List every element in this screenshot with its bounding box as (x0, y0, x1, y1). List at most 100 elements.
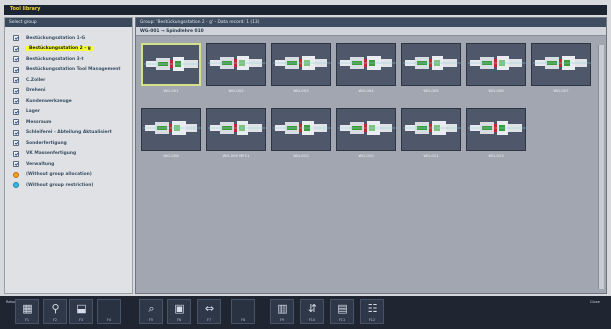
holder-drawing (273, 121, 331, 135)
sidebar-item[interactable]: Verwaltung (5, 159, 132, 170)
check-icon[interactable] (13, 56, 19, 63)
holder-grid-panel: Group: 'Bestückungsstation 2 - g' - Data… (135, 17, 607, 294)
sidebar-item[interactable]: Kundenwerkzeuge (5, 96, 132, 107)
holder-drawing (403, 56, 461, 70)
info-icon[interactable] (13, 182, 19, 189)
close-caption[interactable]: Close (590, 300, 600, 304)
vertical-scrollbar[interactable] (598, 45, 604, 289)
check-icon[interactable] (13, 45, 19, 52)
holder-tile[interactable]: WG-011 (401, 108, 461, 160)
holder-label: WG-010 (358, 153, 374, 158)
tool-list-button[interactable]: ☷ F12 (360, 299, 384, 324)
sidebar-item[interactable]: Bestückungsstation 1-G (5, 33, 132, 44)
check-icon[interactable] (13, 35, 19, 42)
check-icon[interactable] (13, 77, 19, 84)
holder-drawing (403, 121, 461, 135)
tool-insert-button[interactable]: ⬓ F3 (69, 299, 93, 324)
holder-label: WG-009 MF11 (222, 153, 250, 158)
check-icon[interactable] (13, 87, 19, 94)
holder-tile[interactable]: WG-013 (466, 108, 526, 160)
toolbar-button-label: F3 (78, 318, 84, 322)
sidebar-item[interactable]: (Without group allocation) (5, 170, 132, 181)
toollist-icon: ☷ (367, 302, 378, 315)
holder-thumbnail[interactable] (271, 108, 331, 151)
toolbar-button-label: F7 (206, 318, 212, 322)
check-icon[interactable] (13, 98, 19, 105)
holder-drawing (338, 121, 396, 135)
check-icon[interactable] (13, 119, 19, 126)
sidebar-item[interactable]: C.Zoller (5, 75, 132, 86)
sidebar-item[interactable]: Messraum (5, 117, 132, 128)
holder-drawing (208, 56, 266, 70)
check-icon[interactable] (13, 66, 19, 73)
holder-drawing (468, 56, 526, 70)
holder-tile[interactable]: WG-002 (206, 43, 266, 95)
check-icon[interactable] (13, 140, 19, 147)
sidebar-item[interactable]: VK Massenfertigung (5, 149, 132, 160)
holder-drawing (144, 57, 202, 71)
check-icon[interactable] (13, 129, 19, 136)
empty-button-2[interactable]: F8 (231, 299, 255, 324)
holder-thumbnail[interactable] (336, 108, 396, 151)
holder-label: WG-003 (293, 88, 309, 93)
holder-thumbnail[interactable] (206, 108, 266, 151)
insert-icon: ⬓ (76, 302, 87, 315)
search-button[interactable]: ▦ F1 (15, 299, 39, 324)
sidebar-item[interactable]: Bestückungsstation Tool Management (5, 65, 132, 76)
holder-label: WG-001 (163, 88, 179, 93)
holder-label: WG-011 (423, 153, 439, 158)
holder-thumbnail[interactable] (206, 43, 266, 86)
toolbar-button-label: F1 (24, 318, 30, 322)
sidebar-item-label: (Without group allocation) (26, 172, 92, 178)
holder-tile[interactable]: WG-008 (141, 108, 201, 160)
holder-thumbnail[interactable] (466, 108, 526, 151)
selected-holder-header: WG-001 → Spindlehre 010 (136, 27, 606, 36)
toolbar-button-label: F11 (338, 318, 346, 322)
holder-thumbnail[interactable] (401, 108, 461, 151)
title-bar: Tool library (4, 5, 607, 15)
holder-thumbnail[interactable] (466, 43, 526, 86)
sidebar-item[interactable]: Bestückungsstation 2 - g (5, 44, 132, 55)
holder-tile[interactable]: WG-004 (336, 43, 396, 95)
find-tool-button[interactable]: ⌕ F5 (139, 299, 163, 324)
holder-drawing (273, 56, 331, 70)
holder-tile[interactable]: WG-001 (141, 43, 202, 95)
measure-icon: ⇔ (204, 302, 215, 315)
holder-thumbnail[interactable] (336, 43, 396, 86)
check-icon[interactable] (13, 150, 19, 157)
group-sidebar: Select group Bestückungsstation 1-G Bestü… (4, 17, 133, 294)
transfer-button[interactable]: ⇵ F10 (300, 299, 324, 324)
warning-icon[interactable] (13, 171, 19, 178)
sidebar-item[interactable]: Schleiferei - Abteilung Aktualisiert (5, 128, 132, 139)
holder-tile[interactable]: WG-005 (401, 43, 461, 95)
group-list: Bestückungsstation 1-G Bestückungsstation… (5, 27, 132, 191)
compare-button[interactable]: ▥ F9 (270, 299, 294, 324)
print-button[interactable]: ▤ F11 (330, 299, 354, 324)
empty-button-1[interactable]: F4 (97, 299, 121, 324)
tool-holder-button[interactable]: ⚲ F2 (43, 299, 67, 324)
sidebar-item[interactable]: Dreheni (5, 86, 132, 97)
sidebar-item-label: Bestückungsstation 1-G (26, 35, 86, 41)
holder-thumbnail[interactable] (141, 43, 202, 86)
sidebar-item[interactable]: (Without group restriction) (5, 180, 132, 191)
holder-tile[interactable]: WG-003 (271, 43, 331, 95)
holder-tile[interactable]: WG-010 (336, 108, 396, 160)
holder-drawing (143, 121, 201, 135)
toolbar-button-label: F8 (240, 318, 246, 322)
measure-button[interactable]: ⇔ F7 (197, 299, 221, 324)
holder-thumbnail[interactable] (271, 43, 331, 86)
holder-thumbnail[interactable] (531, 43, 591, 86)
holder-thumbnail[interactable] (141, 108, 201, 151)
holder-thumbnail[interactable] (401, 43, 461, 86)
check-icon[interactable] (13, 108, 19, 115)
holder-tile[interactable]: WG-006 (466, 43, 526, 95)
sidebar-item[interactable]: Sonderfertigung (5, 138, 132, 149)
check-icon[interactable] (13, 161, 19, 168)
assembly-button[interactable]: ▣ F6 (167, 299, 191, 324)
holder-tile[interactable]: WG-010 (271, 108, 331, 160)
holder-tile[interactable]: WG-009 MF11 (206, 108, 266, 160)
sidebar-item-label: Bestückungsstation 3-t (26, 56, 84, 62)
sidebar-item[interactable]: Bestückungsstation 3-t (5, 54, 132, 65)
holder-tile[interactable]: WG-007 (531, 43, 591, 95)
sidebar-item[interactable]: Lager (5, 107, 132, 118)
